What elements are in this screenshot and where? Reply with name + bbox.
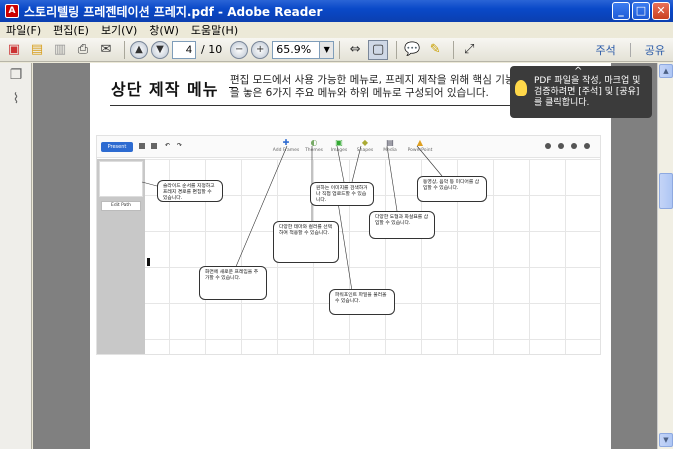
fit-page-icon[interactable]: ▢ [368,39,389,60]
callout-powerpoint: 파워포인트 파일을 불러올 수 있습니다. [329,289,395,315]
callout-shapes: 다양한 도형과 화살표를 삽입할 수 있습니다. [369,211,435,239]
open-file-icon[interactable]: ▤ [27,40,47,60]
comment-share-tooltip[interactable]: ^ PDF 파일을 작성, 마크업 및 검증하려면 [주석] 및 [공유]를 클… [510,66,652,118]
page-total: / 10 [201,43,223,56]
callout-images: 원하는 이미지를 검색하거나 직접 업로드할 수 있습니다. [310,182,374,206]
scroll-up-icon[interactable]: ▲ [659,64,673,78]
adobe-reader-icon: A [5,4,19,18]
title-bar: A 스토리텔링 프레젠테이션 프레지.pdf - Adobe Reader _ … [0,0,673,22]
lightbulb-icon [515,80,527,96]
page-description: 편집 모드에서 사용 가능한 메뉴로, 프레지 제작을 위해 핵심 기능들을 놓… [230,74,525,99]
previous-page-icon[interactable]: ▲ [130,40,148,59]
toolbar-divider [124,40,125,59]
minimize-button[interactable]: _ [612,2,630,20]
comment-tab[interactable]: 주석 [596,42,616,58]
pdf-page: 상단 제작 메뉴 편집 모드에서 사용 가능한 메뉴로, 프레지 제작을 위해 … [90,63,611,449]
menu-edit[interactable]: 편집(E) [53,22,89,38]
menu-help[interactable]: 도움말(H) [191,22,238,38]
zoom-out-icon[interactable]: − [230,40,249,59]
callout-add-frames: 화면에 새로운 프레임을 추가할 수 있습니다. [199,266,267,300]
comment-bubble-icon[interactable]: 💬 [402,40,422,60]
zoom-level-input[interactable]: 65.9% [272,40,321,59]
maximize-button[interactable]: □ [632,2,650,20]
prezi-screenshot: Present ↶ ↷ ✚ Add Frames ◐ Themes ▣ Imag… [96,135,601,355]
callout-media: 동영상, 음악 등 미디어를 삽입할 수 있습니다. [417,176,487,202]
scrollbar-thumb[interactable] [659,173,673,209]
callout-edit-path: 슬라이드 순서를 지정하고 프레지 경로를 편집할 수 있습니다. [157,180,223,202]
highlight-icon[interactable]: ✎ [425,40,445,60]
page-heading: 상단 제작 메뉴 [111,80,219,99]
collapse-caret-icon[interactable]: ^ [574,66,582,77]
toolbar-divider [339,40,341,59]
menu-bar: 파일(F) 편집(E) 보기(V) 창(W) 도움말(H) [0,22,673,38]
callout-connector-lines [141,145,443,292]
heading-rule [110,105,530,106]
attachment-paperclip-icon[interactable]: ⌇ [6,91,26,111]
create-pdf-icon[interactable]: ▣ [4,40,24,60]
email-icon[interactable]: ✉ [96,40,116,60]
window-title: 스토리텔링 프레젠테이션 프레지.pdf - Adobe Reader [24,4,323,19]
toolbar: ▣ ▤ ▥ ⎙ ✉ ▲ ▼ / 10 − + 65.9% ▼ ⇔ ▢ 💬 ✎ ⤢… [0,38,673,62]
menu-file[interactable]: 파일(F) [6,22,41,38]
scroll-down-icon[interactable]: ▼ [659,433,673,447]
share-tab[interactable]: 공유 [645,42,665,58]
vertical-scrollbar[interactable]: ▲ ▼ [657,63,673,449]
menu-window[interactable]: 창(W) [149,22,179,38]
chevron-down-icon[interactable]: ▼ [320,40,335,59]
close-button[interactable]: ✕ [652,2,670,20]
fit-width-icon[interactable]: ⇔ [345,40,365,60]
menu-view[interactable]: 보기(V) [101,22,137,38]
zoom-in-icon[interactable]: + [251,40,270,59]
fullscreen-icon[interactable]: ⤢ [459,40,479,60]
tooltip-text: PDF 파일을 작성, 마크업 및 검증하려면 [주석] 및 [공유]를 클릭합… [534,76,641,108]
tab-divider [629,43,631,57]
next-page-icon[interactable]: ▼ [151,40,169,59]
document-viewer[interactable]: 상단 제작 메뉴 편집 모드에서 사용 가능한 메뉴로, 프레지 제작을 위해 … [33,63,657,449]
save-icon[interactable]: ▥ [50,40,70,60]
toolbar-divider [453,40,455,59]
page-thumbnails-icon[interactable]: ❐ [6,67,26,87]
callout-themes: 다양한 테마와 컬러를 선택하여 적용할 수 있습니다. [273,221,339,263]
navigation-panel: ❐ ⌇ [0,63,32,449]
print-icon[interactable]: ⎙ [73,40,93,60]
toolbar-divider [396,40,398,59]
page-number-input[interactable] [172,40,196,59]
